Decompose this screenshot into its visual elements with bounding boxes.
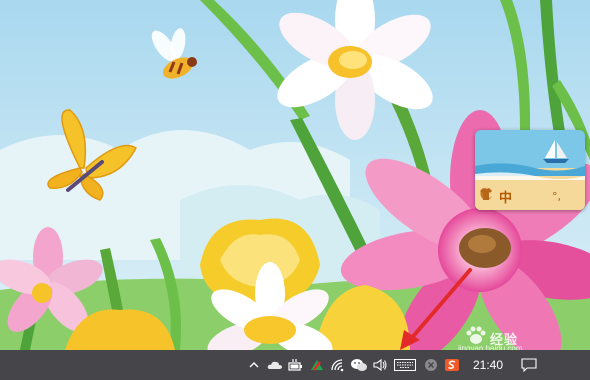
shirt-icon[interactable] (479, 187, 493, 201)
chevron-up-icon (249, 362, 258, 368)
tray-close-app-button[interactable] (420, 350, 441, 380)
ime-status-widget[interactable]: 中 °, (475, 130, 585, 210)
ime-language-indicator[interactable]: 中 (499, 187, 512, 206)
taskbar: 21:40 (0, 350, 590, 380)
wechat-icon (350, 359, 367, 371)
notification-icon (521, 358, 537, 372)
wechat-button[interactable] (348, 350, 369, 380)
volume-button[interactable] (369, 350, 390, 380)
taskbar-clock[interactable]: 21:40 (462, 350, 514, 380)
cloud-icon (267, 361, 282, 369)
volume-icon (372, 358, 387, 372)
network-alert-button[interactable] (306, 350, 327, 380)
keyboard-icon (394, 359, 416, 371)
wifi-icon (330, 359, 343, 372)
show-hidden-icons-button[interactable] (243, 350, 264, 380)
power-button[interactable] (285, 350, 306, 380)
action-center-button[interactable] (514, 350, 544, 380)
battery-plug-icon (287, 359, 302, 371)
network-alert-icon (310, 360, 323, 371)
desktop: 中 °, (0, 0, 590, 350)
onedrive-button[interactable] (264, 350, 285, 380)
wifi-button[interactable] (327, 350, 348, 380)
touch-keyboard-button[interactable] (390, 350, 420, 380)
sogou-ime-button[interactable] (441, 350, 462, 380)
ime-punctuation-toggle[interactable]: °, (552, 190, 561, 203)
close-circle-icon (424, 359, 437, 371)
sogou-s-icon (444, 359, 459, 371)
